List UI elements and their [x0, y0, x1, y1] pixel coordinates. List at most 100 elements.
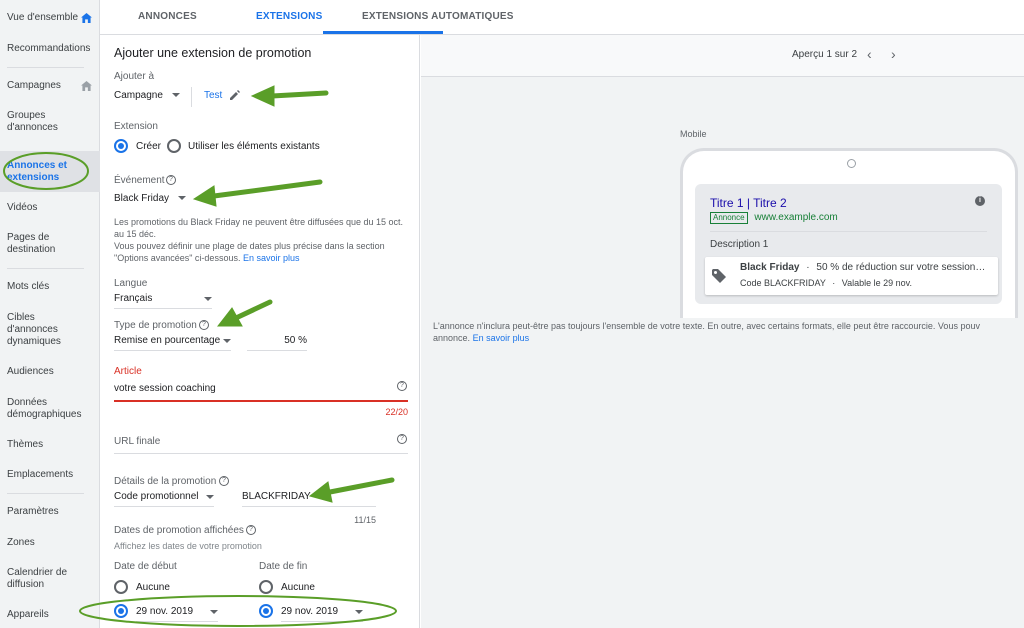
ad-badge: Annonce	[710, 212, 748, 224]
language-dropdown[interactable]: Français	[114, 293, 212, 304]
help-icon[interactable]: ?	[166, 175, 176, 185]
sidebar-item-topics[interactable]: Thèmes	[7, 439, 97, 451]
sidebar-item-devices[interactable]: Appareils	[7, 609, 97, 621]
sidebar-item-videos[interactable]: Vidéos	[7, 202, 97, 214]
promotion-details-label: Détails de la promotion	[114, 476, 217, 487]
promotion-dates-hint: Affichez les dates de votre promotion	[114, 541, 262, 551]
field-underline	[247, 350, 307, 351]
item-char-counter: 22/20	[385, 407, 408, 417]
event-dropdown[interactable]: Black Friday	[114, 193, 186, 204]
tab-ads[interactable]: ANNONCES	[138, 11, 197, 22]
field-underline	[281, 621, 363, 622]
learn-more-link[interactable]: En savoir plus	[473, 333, 530, 343]
tag-icon	[712, 269, 726, 283]
final-url-input[interactable]: URL finale	[114, 436, 160, 447]
item-input[interactable]: votre session coaching	[114, 383, 394, 394]
sidebar-item-settings[interactable]: Paramètres	[7, 506, 97, 518]
sidebar-divider	[7, 493, 84, 494]
sidebar-divider	[7, 67, 84, 68]
sidebar-item-audiences[interactable]: Audiences	[7, 366, 97, 378]
learn-more-link[interactable]: En savoir plus	[243, 253, 300, 263]
promotion-type-label: Type de promotion	[114, 320, 197, 331]
ad-headline[interactable]: Titre 1 | Titre 2	[710, 196, 787, 210]
end-date-radio[interactable]	[259, 604, 273, 618]
ad-preview-panel: Aperçu 1 sur 2 ‹ › Mobile Titre 1 | Titr…	[421, 35, 1024, 628]
create-radio-label: Créer	[136, 141, 162, 152]
ad-card: Titre 1 | Titre 2 i Annonce www.example.…	[695, 184, 1002, 304]
sidebar-item-placements[interactable]: Emplacements	[7, 469, 97, 481]
start-date-radio[interactable]	[114, 604, 128, 618]
help-icon[interactable]: ?	[246, 525, 256, 535]
field-underline	[136, 621, 218, 622]
field-underline	[114, 506, 214, 507]
use-existing-radio-label: Utiliser les éléments existants	[188, 141, 320, 152]
preview-pager-bar: Aperçu 1 sur 2 ‹ ›	[421, 35, 1024, 77]
divider	[191, 87, 192, 107]
sidebar-item-recommendations[interactable]: Recommandations	[7, 43, 97, 55]
start-none-radio[interactable]	[114, 580, 128, 594]
sidebar-item-keywords[interactable]: Mots clés	[7, 281, 97, 293]
promotion-line-2: Code BLACKFRIDAY · Valable le 29 nov.	[740, 278, 912, 288]
sidebar-divider	[7, 268, 84, 269]
end-date-dropdown[interactable]: 29 nov. 2019	[281, 606, 363, 617]
promotion-extension-form: Ajouter une extension de promotion Ajout…	[100, 35, 420, 628]
sidebar-item-locations[interactable]: Zones	[7, 537, 97, 549]
field-underline	[114, 350, 231, 351]
add-to-level-dropdown[interactable]: Campagne	[114, 90, 180, 101]
language-label: Langue	[114, 278, 148, 289]
start-date-dropdown[interactable]: 29 nov. 2019	[136, 606, 218, 617]
divider	[710, 231, 987, 232]
help-icon[interactable]: ?	[199, 320, 209, 330]
promotion-extension-row[interactable]: Black Friday · 50 % de réduction sur vot…	[705, 257, 998, 295]
sidebar-item-ad-groups[interactable]: Groupes d'annonces	[7, 110, 77, 134]
sidebar-item-landing-pages[interactable]: Pages de destination	[7, 232, 67, 256]
info-icon[interactable]: i	[975, 196, 985, 206]
promo-code-input[interactable]: BLACKFRIDAY	[242, 491, 376, 502]
help-icon[interactable]: ?	[397, 381, 407, 391]
ad-display-url-row: Annonce www.example.com	[710, 212, 838, 224]
promotion-dates-label: Dates de promotion affichées	[114, 525, 244, 536]
event-label: Événement	[114, 175, 165, 186]
chevron-down-icon	[177, 196, 186, 201]
edit-pencil-icon[interactable]	[228, 88, 242, 102]
help-icon[interactable]: ?	[219, 476, 229, 486]
use-existing-radio[interactable]	[167, 139, 181, 153]
field-underline-error	[114, 400, 408, 402]
start-none-label: Aucune	[136, 582, 170, 593]
sidebar-item-ad-schedule[interactable]: Calendrier de diffusion	[7, 567, 77, 591]
sidebar-item-ads-extensions[interactable]: Annonces et extensions	[7, 160, 77, 184]
ad-display-url: www.example.com	[754, 212, 838, 223]
home-icon	[81, 81, 92, 91]
chevron-down-icon	[206, 495, 214, 499]
tab-extensions[interactable]: EXTENSIONS	[256, 11, 322, 22]
sidebar-item-dynamic-ad-targets[interactable]: Cibles d'annonces dynamiques	[7, 312, 77, 348]
end-date-label: Date de fin	[259, 561, 308, 572]
extension-tabs: ANNONCES EXTENSIONS EXTENSIONS AUTOMATIQ…	[100, 0, 1024, 35]
sidebar: Vue d'ensemble Recommandations Campagnes…	[0, 0, 100, 628]
end-none-label: Aucune	[281, 582, 315, 593]
create-radio[interactable]	[114, 139, 128, 153]
end-none-radio[interactable]	[259, 580, 273, 594]
chevron-down-icon	[223, 339, 231, 343]
promotion-details-dropdown[interactable]: Code promotionnel	[114, 491, 214, 502]
percent-off-input[interactable]: 50 %	[247, 335, 307, 346]
event-note: Les promotions du Black Friday ne peuven…	[114, 217, 404, 263]
home-icon	[81, 13, 92, 23]
chevron-left-icon[interactable]: ‹	[867, 46, 872, 62]
tab-automatic-extensions[interactable]: EXTENSIONS AUTOMATIQUES	[362, 11, 514, 22]
help-icon[interactable]: ?	[397, 434, 407, 444]
promotion-valid-date: Valable le 29 nov.	[841, 278, 912, 288]
preview-pager-text: Aperçu 1 sur 2	[792, 49, 858, 60]
field-underline	[242, 506, 376, 507]
promotion-type-dropdown[interactable]: Remise en pourcentage	[114, 335, 231, 346]
chevron-right-icon[interactable]: ›	[891, 46, 896, 62]
chevron-down-icon	[355, 610, 363, 614]
phone-mockup: Titre 1 | Titre 2 i Annonce www.example.…	[680, 148, 1018, 318]
campaign-link[interactable]: Test	[204, 90, 222, 101]
start-date-label: Date de début	[114, 561, 177, 572]
item-label: Article	[114, 366, 142, 377]
form-title: Ajouter une extension de promotion	[114, 46, 312, 60]
promotion-code: Code BLACKFRIDAY	[740, 278, 826, 288]
sidebar-item-demographics[interactable]: Données démographiques	[7, 397, 87, 421]
chevron-down-icon	[210, 610, 218, 614]
